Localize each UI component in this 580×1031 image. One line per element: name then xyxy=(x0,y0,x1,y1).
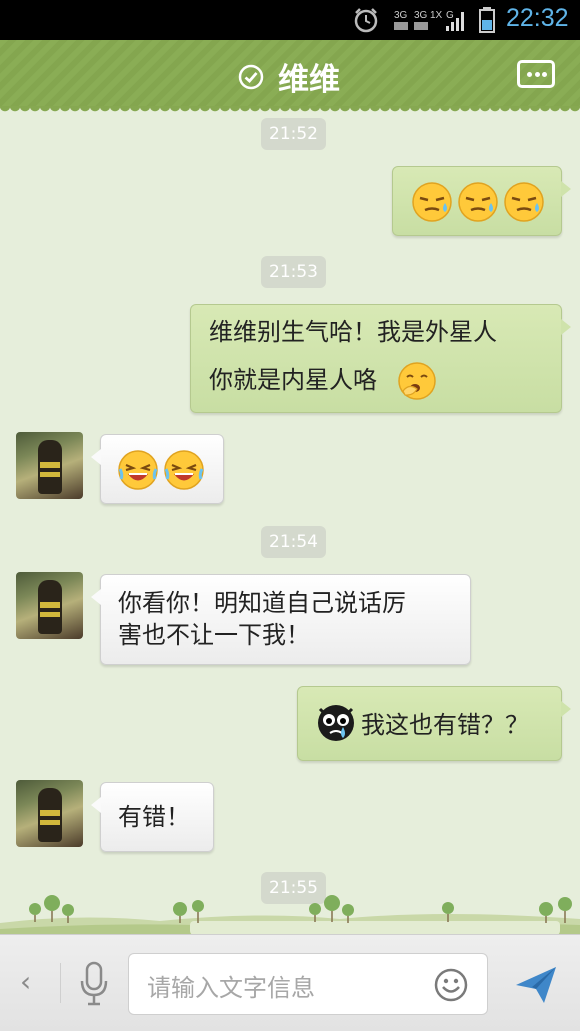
message-text-line: 害也不让一下我！ xyxy=(118,621,310,649)
svg-text:1X: 1X xyxy=(430,10,443,21)
more-button[interactable] xyxy=(517,60,555,88)
svg-text:G: G xyxy=(446,10,454,21)
sweat-face-emoji xyxy=(504,182,544,222)
battery-icon xyxy=(479,7,495,33)
avatar[interactable] xyxy=(16,780,83,847)
alarm-icon xyxy=(354,8,378,33)
smiley-icon[interactable] xyxy=(433,967,469,1003)
laugh-cry-emoji xyxy=(118,450,158,490)
timestamp: 21:53 xyxy=(261,256,326,288)
more-icon xyxy=(527,72,532,77)
chat-header: 维维 xyxy=(0,40,580,114)
message-text: 有错！ xyxy=(118,803,190,831)
message-list[interactable]: 21:52 21:53 维维别生气哈！我是外星人 你就是内星人咯 21:54 你… xyxy=(0,114,580,934)
send-icon[interactable] xyxy=(514,963,558,1007)
status-bar: 3G 3G 1X G 22:32 xyxy=(0,0,580,40)
yawn-emoji xyxy=(398,362,436,400)
message-text: 我这也有错？？ xyxy=(361,711,529,739)
clock: 22:32 xyxy=(506,4,569,32)
timestamp: 21:52 xyxy=(261,118,326,150)
avatar[interactable] xyxy=(16,432,83,499)
signal-3g-1x-icon: 3G 3G 1X G xyxy=(394,10,464,31)
message-text-line: 你就是内星人咯 xyxy=(209,366,377,394)
check-circle-icon xyxy=(238,64,264,90)
message-input-placeholder: 请输入文字信息 xyxy=(147,974,315,1002)
sweat-face-emoji xyxy=(458,182,498,222)
message-bubble-outgoing[interactable] xyxy=(392,166,571,236)
svg-text:3G: 3G xyxy=(394,10,408,21)
divider xyxy=(60,963,61,1003)
timestamp: 21:54 xyxy=(261,526,326,558)
laugh-cry-emoji xyxy=(164,450,204,490)
message-bubble-outgoing[interactable]: 我这也有错？？ xyxy=(297,686,571,761)
sweat-face-emoji xyxy=(412,182,452,222)
input-bar: ‹ 请输入文字信息 xyxy=(0,934,580,1031)
collapse-button[interactable]: ‹ xyxy=(20,965,31,998)
message-bubble-outgoing[interactable]: 维维别生气哈！我是外星人 你就是内星人咯 xyxy=(190,304,571,413)
message-bubble-incoming[interactable]: 你看你！明知道自己说话厉 害也不让一下我！ xyxy=(91,574,471,665)
message-input[interactable]: 请输入文字信息 xyxy=(128,953,488,1015)
message-bubble-incoming[interactable] xyxy=(91,434,224,504)
svg-text:3G: 3G xyxy=(414,10,428,21)
black-crying-emoji xyxy=(318,705,354,741)
avatar[interactable] xyxy=(16,572,83,639)
microphone-icon[interactable] xyxy=(78,961,110,1007)
message-text-line: 你看你！明知道自己说话厉 xyxy=(118,589,406,617)
message-text-line: 维维别生气哈！我是外星人 xyxy=(209,318,497,346)
message-bubble-incoming[interactable]: 有错！ xyxy=(91,782,214,852)
landscape-decoration xyxy=(0,895,580,935)
contact-name: 维维 xyxy=(278,62,340,98)
